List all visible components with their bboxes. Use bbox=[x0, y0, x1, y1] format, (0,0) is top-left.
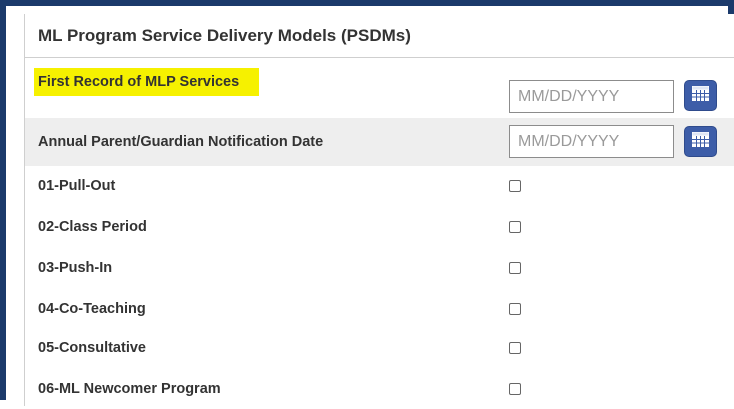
pull-out-label: 01-Pull-Out bbox=[38, 178, 116, 194]
class-period-label: 02-Class Period bbox=[38, 219, 147, 235]
date-row-first-record: First Record of MLP Services bbox=[25, 62, 734, 113]
calendar-icon bbox=[692, 131, 709, 152]
newcomer-checkbox[interactable] bbox=[509, 383, 521, 395]
notification-date-label: Annual Parent/Guardian Notification Date bbox=[38, 134, 324, 150]
checkbox-row-consultative: 05-Consultative bbox=[25, 328, 734, 368]
first-record-label: First Record of MLP Services bbox=[34, 68, 260, 96]
checkbox-row-pull-out: 01-Pull-Out bbox=[25, 166, 734, 206]
newcomer-label: 06-ML Newcomer Program bbox=[38, 381, 221, 397]
notification-calendar-button[interactable] bbox=[684, 126, 717, 157]
consultative-label: 05-Consultative bbox=[38, 340, 146, 356]
class-period-checkbox[interactable] bbox=[509, 221, 521, 233]
pull-out-checkbox[interactable] bbox=[509, 180, 521, 192]
checkbox-row-push-in: 03-Push-In bbox=[25, 248, 734, 288]
checkbox-row-newcomer: 06-ML Newcomer Program bbox=[25, 369, 734, 409]
panel-header: ML Program Service Delivery Models (PSDM… bbox=[25, 14, 734, 58]
first-record-calendar-button[interactable] bbox=[684, 80, 717, 111]
push-in-label: 03-Push-In bbox=[38, 260, 113, 276]
checkbox-row-co-teaching: 04-Co-Teaching bbox=[25, 289, 734, 329]
window-frame: ML Program Service Delivery Models (PSDM… bbox=[0, 0, 734, 406]
panel-title: ML Program Service Delivery Models (PSDM… bbox=[38, 25, 411, 45]
checkbox-row-class-period: 02-Class Period bbox=[25, 207, 734, 247]
push-in-checkbox[interactable] bbox=[509, 262, 521, 274]
psdm-panel: ML Program Service Delivery Models (PSDM… bbox=[24, 14, 734, 406]
notification-date-input[interactable] bbox=[509, 125, 674, 158]
first-record-date-input[interactable] bbox=[509, 80, 674, 113]
date-row-notification: Annual Parent/Guardian Notification Date bbox=[25, 118, 734, 166]
co-teaching-label: 04-Co-Teaching bbox=[38, 301, 146, 317]
consultative-checkbox[interactable] bbox=[509, 342, 521, 354]
co-teaching-checkbox[interactable] bbox=[509, 303, 521, 315]
calendar-icon bbox=[692, 85, 709, 106]
